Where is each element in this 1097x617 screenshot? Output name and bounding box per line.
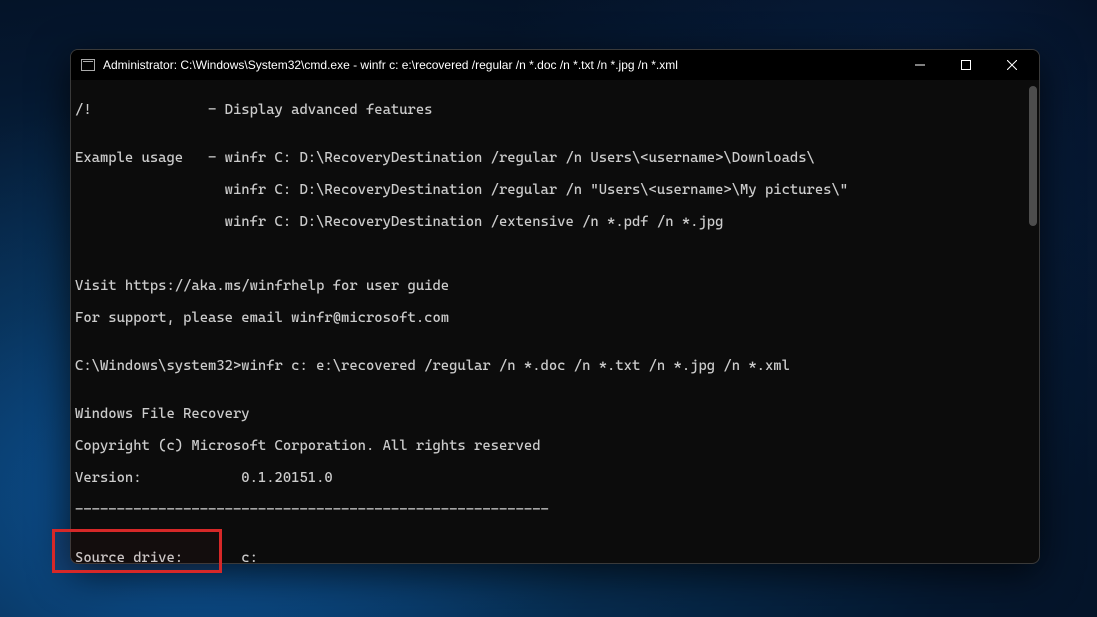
term-line: Example usage - winfr C: D:\RecoveryDest… bbox=[75, 150, 1039, 166]
term-line: Visit https://aka.ms/winfrhelp for user … bbox=[75, 278, 1039, 294]
term-line: Source drive: c: bbox=[75, 550, 1039, 563]
window-controls bbox=[897, 50, 1035, 80]
terminal-output[interactable]: /! - Display advanced features Example u… bbox=[71, 80, 1039, 563]
term-line: /! - Display advanced features bbox=[75, 102, 1039, 118]
close-button[interactable] bbox=[989, 50, 1035, 80]
term-line: C:\Windows\system32>winfr c: e:\recovere… bbox=[75, 358, 1039, 374]
term-line: winfr C: D:\RecoveryDestination /regular… bbox=[75, 182, 1039, 198]
term-line: Version: 0.1.20151.0 bbox=[75, 470, 1039, 486]
term-line: Copyright (c) Microsoft Corporation. All… bbox=[75, 438, 1039, 454]
maximize-icon bbox=[961, 60, 971, 70]
window-title: Administrator: C:\Windows\System32\cmd.e… bbox=[103, 58, 897, 72]
cmd-icon bbox=[81, 59, 95, 71]
minimize-icon bbox=[915, 60, 925, 70]
close-icon bbox=[1007, 60, 1017, 70]
term-line: ----------------------------------------… bbox=[75, 502, 1039, 518]
scrollbar-thumb[interactable] bbox=[1029, 86, 1037, 226]
maximize-button[interactable] bbox=[943, 50, 989, 80]
minimize-button[interactable] bbox=[897, 50, 943, 80]
cmd-window: Administrator: C:\Windows\System32\cmd.e… bbox=[70, 49, 1040, 564]
term-line: Windows File Recovery bbox=[75, 406, 1039, 422]
term-line: For support, please email winfr@microsof… bbox=[75, 310, 1039, 326]
term-line: winfr C: D:\RecoveryDestination /extensi… bbox=[75, 214, 1039, 230]
titlebar[interactable]: Administrator: C:\Windows\System32\cmd.e… bbox=[71, 50, 1039, 80]
